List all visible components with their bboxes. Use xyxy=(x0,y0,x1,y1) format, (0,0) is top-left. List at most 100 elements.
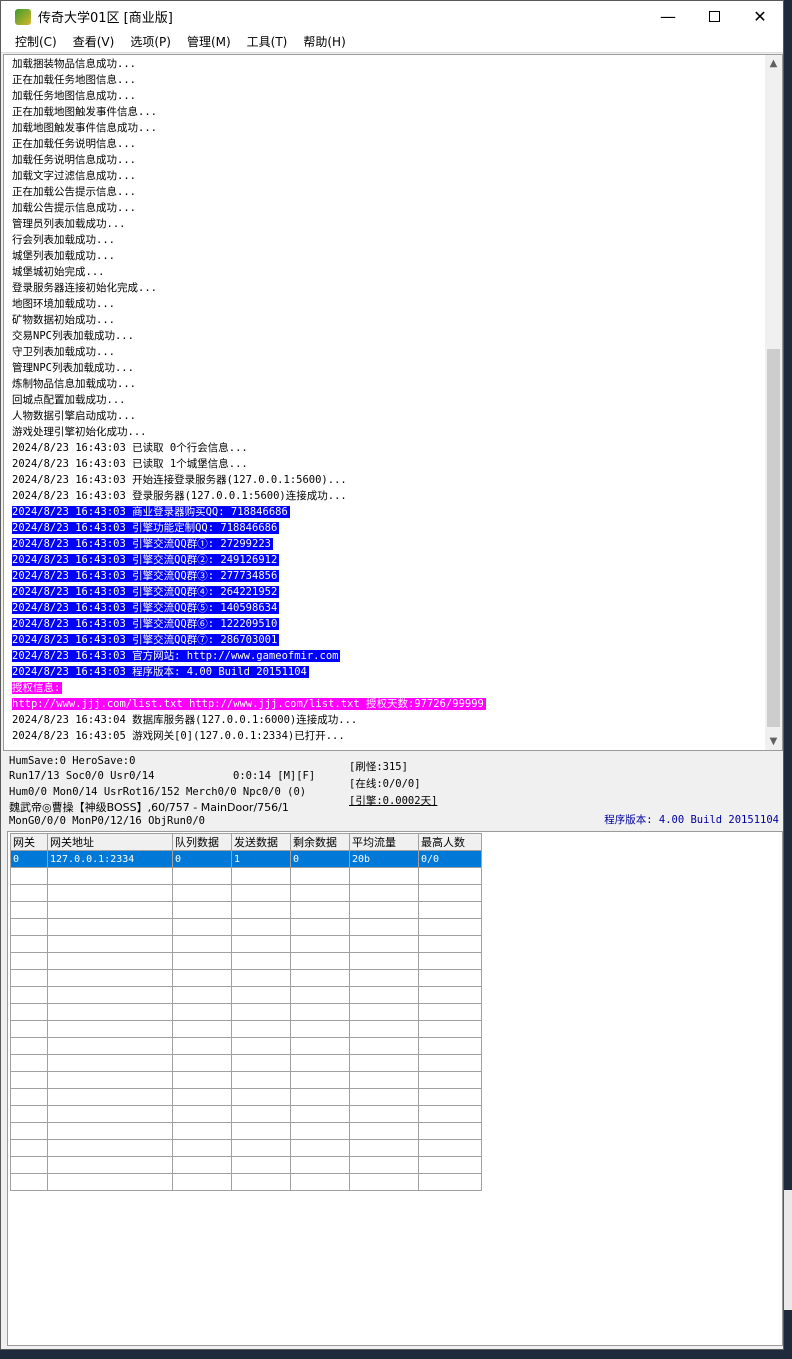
log-panel[interactable]: 加载捆装物品信息成功... 正在加载任务地图信息... 加载任务地图信息成功... 正… xyxy=(3,54,783,751)
table-cell xyxy=(231,884,291,902)
table-row[interactable] xyxy=(10,1054,482,1072)
table-cell xyxy=(47,1088,173,1106)
log-line-text: 正在加载任务说明信息... xyxy=(12,138,136,150)
table-row[interactable] xyxy=(10,1122,482,1140)
table-cell: 0 xyxy=(172,850,232,868)
table-row[interactable] xyxy=(10,867,482,885)
table-cell xyxy=(290,1054,350,1072)
table-cell xyxy=(418,1054,482,1072)
table-row[interactable] xyxy=(10,1105,482,1123)
table-cell xyxy=(290,884,350,902)
table-row[interactable] xyxy=(10,935,482,953)
gateway-table[interactable]: 网关 网关地址 队列数据 发送数据 剩余数据 平均流量 最高人数 0 127.0.0.1:233… xyxy=(10,833,482,1191)
table-cell xyxy=(349,1054,419,1072)
status-timer: 0:0:14 [M][F] xyxy=(233,770,316,782)
table-cell xyxy=(290,1122,350,1140)
table-row[interactable] xyxy=(10,901,482,919)
table-cell xyxy=(10,1054,48,1072)
table-cell xyxy=(47,1071,173,1089)
table-cell xyxy=(231,1156,291,1174)
menu-tools[interactable]: 工具(T) xyxy=(239,32,296,52)
log-line: 2024/8/23 16:43:03 官方网站: http://www.game… xyxy=(12,648,764,664)
table-row[interactable] xyxy=(10,1173,482,1191)
status-boss: 魏武帝◎曹操【神级BOSS】,60/757 - MainDoor/756/1 xyxy=(9,801,289,814)
table-cell: 0 xyxy=(290,850,350,868)
column-header[interactable]: 队列数据 xyxy=(172,833,232,851)
table-cell xyxy=(418,1020,482,1038)
log-line-text: 2024/8/23 16:43:03 引擎交流QQ群③: 277734856 xyxy=(12,570,280,582)
table-cell xyxy=(231,867,291,885)
maximize-button[interactable] xyxy=(691,1,737,32)
scroll-down-icon[interactable]: ▼ xyxy=(765,733,782,750)
column-header[interactable]: 平均流量 xyxy=(349,833,419,851)
table-cell xyxy=(231,1020,291,1038)
table-cell xyxy=(290,1088,350,1106)
log-line: 2024/8/23 16:43:03 引擎交流QQ群①: 27299223 xyxy=(12,536,764,552)
table-cell xyxy=(231,1003,291,1021)
table-cell xyxy=(47,1173,173,1191)
table-row[interactable] xyxy=(10,1037,482,1055)
log-line-text: 2024/8/23 16:43:04 数据库服务器(127.0.0.1:6000… xyxy=(12,714,358,726)
menu-help[interactable]: 帮助(H) xyxy=(295,32,353,52)
log-line: 2024/8/23 16:43:03 引擎交流QQ群④: 264221952 xyxy=(12,584,764,600)
log-line-text: 炼制物品信息加载成功... xyxy=(12,378,136,390)
column-header[interactable]: 剩余数据 xyxy=(290,833,350,851)
column-header[interactable]: 最高人数 xyxy=(418,833,482,851)
table-cell xyxy=(349,952,419,970)
table-cell xyxy=(418,867,482,885)
table-cell xyxy=(349,1173,419,1191)
table-cell xyxy=(10,1071,48,1089)
log-line-text: 管理NPC列表加载成功... xyxy=(12,362,134,374)
table-cell xyxy=(231,1173,291,1191)
table-row[interactable] xyxy=(10,1003,482,1021)
table-row[interactable] xyxy=(10,1156,482,1174)
menu-view[interactable]: 查看(V) xyxy=(65,32,123,52)
column-header[interactable]: 发送数据 xyxy=(231,833,291,851)
table-cell xyxy=(349,884,419,902)
table-cell xyxy=(349,1122,419,1140)
table-cell: 1 xyxy=(231,850,291,868)
table-row[interactable]: 0 127.0.0.1:2334 0 1 0 20b 0/0 xyxy=(10,850,482,868)
table-row[interactable] xyxy=(10,986,482,1004)
table-cell xyxy=(418,918,482,936)
title-bar[interactable]: 传奇大学01区 [商业版] — ✕ xyxy=(1,1,783,32)
table-cell xyxy=(10,986,48,1004)
log-line-text: 游戏处理引擎初始化成功... xyxy=(12,426,147,438)
log-line: 游戏处理引擎初始化成功... xyxy=(12,424,764,440)
log-line: 2024/8/23 16:43:03 程序版本: 4.00 Build 2015… xyxy=(12,664,764,680)
scroll-up-icon[interactable]: ▲ xyxy=(765,55,782,72)
menu-manage[interactable]: 管理(M) xyxy=(179,32,239,52)
scroll-thumb[interactable] xyxy=(767,349,780,727)
table-row[interactable] xyxy=(10,1071,482,1089)
table-cell xyxy=(418,1071,482,1089)
table-row[interactable] xyxy=(10,1088,482,1106)
table-cell xyxy=(10,884,48,902)
close-button[interactable]: ✕ xyxy=(737,1,783,32)
log-line-text: 授权信息: xyxy=(12,682,63,694)
minimize-button[interactable]: — xyxy=(645,1,691,32)
table-row[interactable] xyxy=(10,884,482,902)
log-line-text: 2024/8/23 16:43:03 引擎交流QQ群④: 264221952 xyxy=(12,586,280,598)
table-cell: 127.0.0.1:2334 xyxy=(47,850,173,868)
table-row[interactable] xyxy=(10,918,482,936)
table-cell xyxy=(47,884,173,902)
column-header[interactable]: 网关地址 xyxy=(47,833,173,851)
log-line: 2024/8/23 16:43:04 数据库服务器(127.0.0.1:6000… xyxy=(12,712,764,728)
column-header[interactable]: 网关 xyxy=(10,833,48,851)
table-row[interactable] xyxy=(10,952,482,970)
table-row[interactable] xyxy=(10,1020,482,1038)
table-row[interactable] xyxy=(10,1139,482,1157)
log-scrollbar[interactable]: ▲ ▼ xyxy=(765,55,782,750)
table-cell xyxy=(172,1054,232,1072)
table-cell xyxy=(47,1020,173,1038)
table-row[interactable] xyxy=(10,969,482,987)
table-cell xyxy=(290,1173,350,1191)
menu-control[interactable]: 控制(C) xyxy=(7,32,65,52)
log-line-text: 正在加载地图触发事件信息... xyxy=(12,106,157,118)
log-line-text: 加载公告提示信息成功... xyxy=(12,202,136,214)
table-cell xyxy=(10,918,48,936)
table-cell xyxy=(10,969,48,987)
gateway-grid-panel[interactable]: 网关 网关地址 队列数据 发送数据 剩余数据 平均流量 最高人数 0 127.0.0.1:233… xyxy=(7,831,783,1346)
log-line-text: 回城点配置加载成功... xyxy=(12,394,126,406)
menu-options[interactable]: 选项(P) xyxy=(122,32,179,52)
